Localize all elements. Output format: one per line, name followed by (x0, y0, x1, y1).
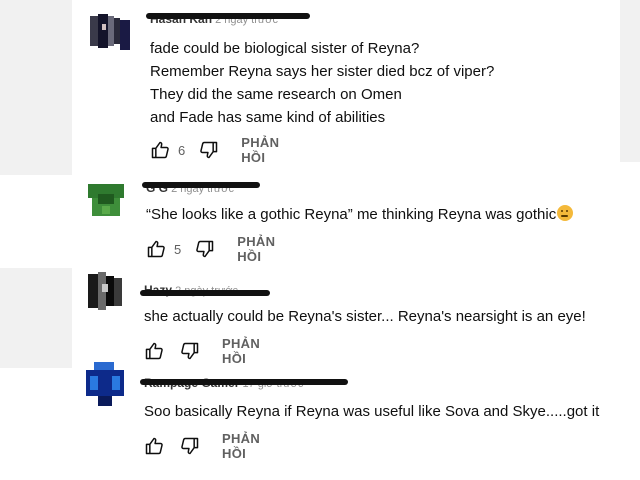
thumb-down-icon[interactable] (180, 436, 200, 456)
comment-line: and Fade has same kind of abilities (150, 109, 386, 126)
avatar[interactable] (86, 272, 126, 314)
author-redaction (146, 13, 310, 19)
comment-line: fade could be biological sister of Reyna… (150, 40, 420, 57)
avatar[interactable] (84, 362, 126, 408)
background-band-left-lower (0, 268, 72, 368)
reply-button[interactable]: PHẢN HỒI (222, 336, 260, 366)
thumb-down-icon[interactable] (180, 341, 200, 361)
comment-line: They did the same research on Omen (150, 86, 402, 103)
comment-actions: PHẢN HỒI (144, 431, 260, 461)
author-redaction (142, 182, 260, 188)
author-redaction (140, 379, 348, 385)
background-band-left (0, 0, 72, 175)
thumb-up-icon[interactable] (146, 239, 166, 259)
reply-button[interactable]: PHẢN HỒI (222, 431, 260, 461)
comment-line: Remember Reyna says her sister died bcz … (150, 63, 495, 80)
comment-line: she actually could be Reyna's sister... … (144, 308, 586, 325)
background-band-right (620, 0, 640, 162)
comment-text: she actually could be Reyna's sister... … (144, 305, 586, 328)
thumb-down-icon[interactable] (199, 140, 219, 160)
comment-line: “She looks like a gothic Reyna” me think… (146, 206, 557, 223)
thumb-down-icon[interactable] (195, 239, 215, 259)
reply-button[interactable]: PHẢN HỒI (237, 234, 275, 264)
comment-actions: 5 PHẢN HỒI (146, 234, 275, 264)
thumb-up-icon[interactable] (144, 436, 164, 456)
avatar[interactable] (88, 14, 132, 52)
comment-actions: PHẢN HỒI (144, 336, 260, 366)
thumb-up-icon[interactable] (150, 140, 170, 160)
avatar[interactable] (84, 180, 128, 222)
comment-text: fade could be biological sister of Reyna… (150, 37, 494, 129)
comment-actions: 6 PHẢN HỒI (150, 135, 279, 165)
comment-text: Soo basically Reyna if Reyna was useful … (144, 400, 599, 423)
comment-text: “She looks like a gothic Reyna” me think… (146, 203, 574, 226)
like-count: 6 (178, 142, 186, 158)
author-redaction (140, 290, 270, 296)
comment-line: Soo basically Reyna if Reyna was useful … (144, 403, 600, 420)
reply-button[interactable]: PHẢN HỒI (241, 135, 279, 165)
like-count: 5 (174, 241, 182, 257)
thumb-up-icon[interactable] (144, 341, 164, 361)
thinking-face-icon (557, 205, 574, 221)
